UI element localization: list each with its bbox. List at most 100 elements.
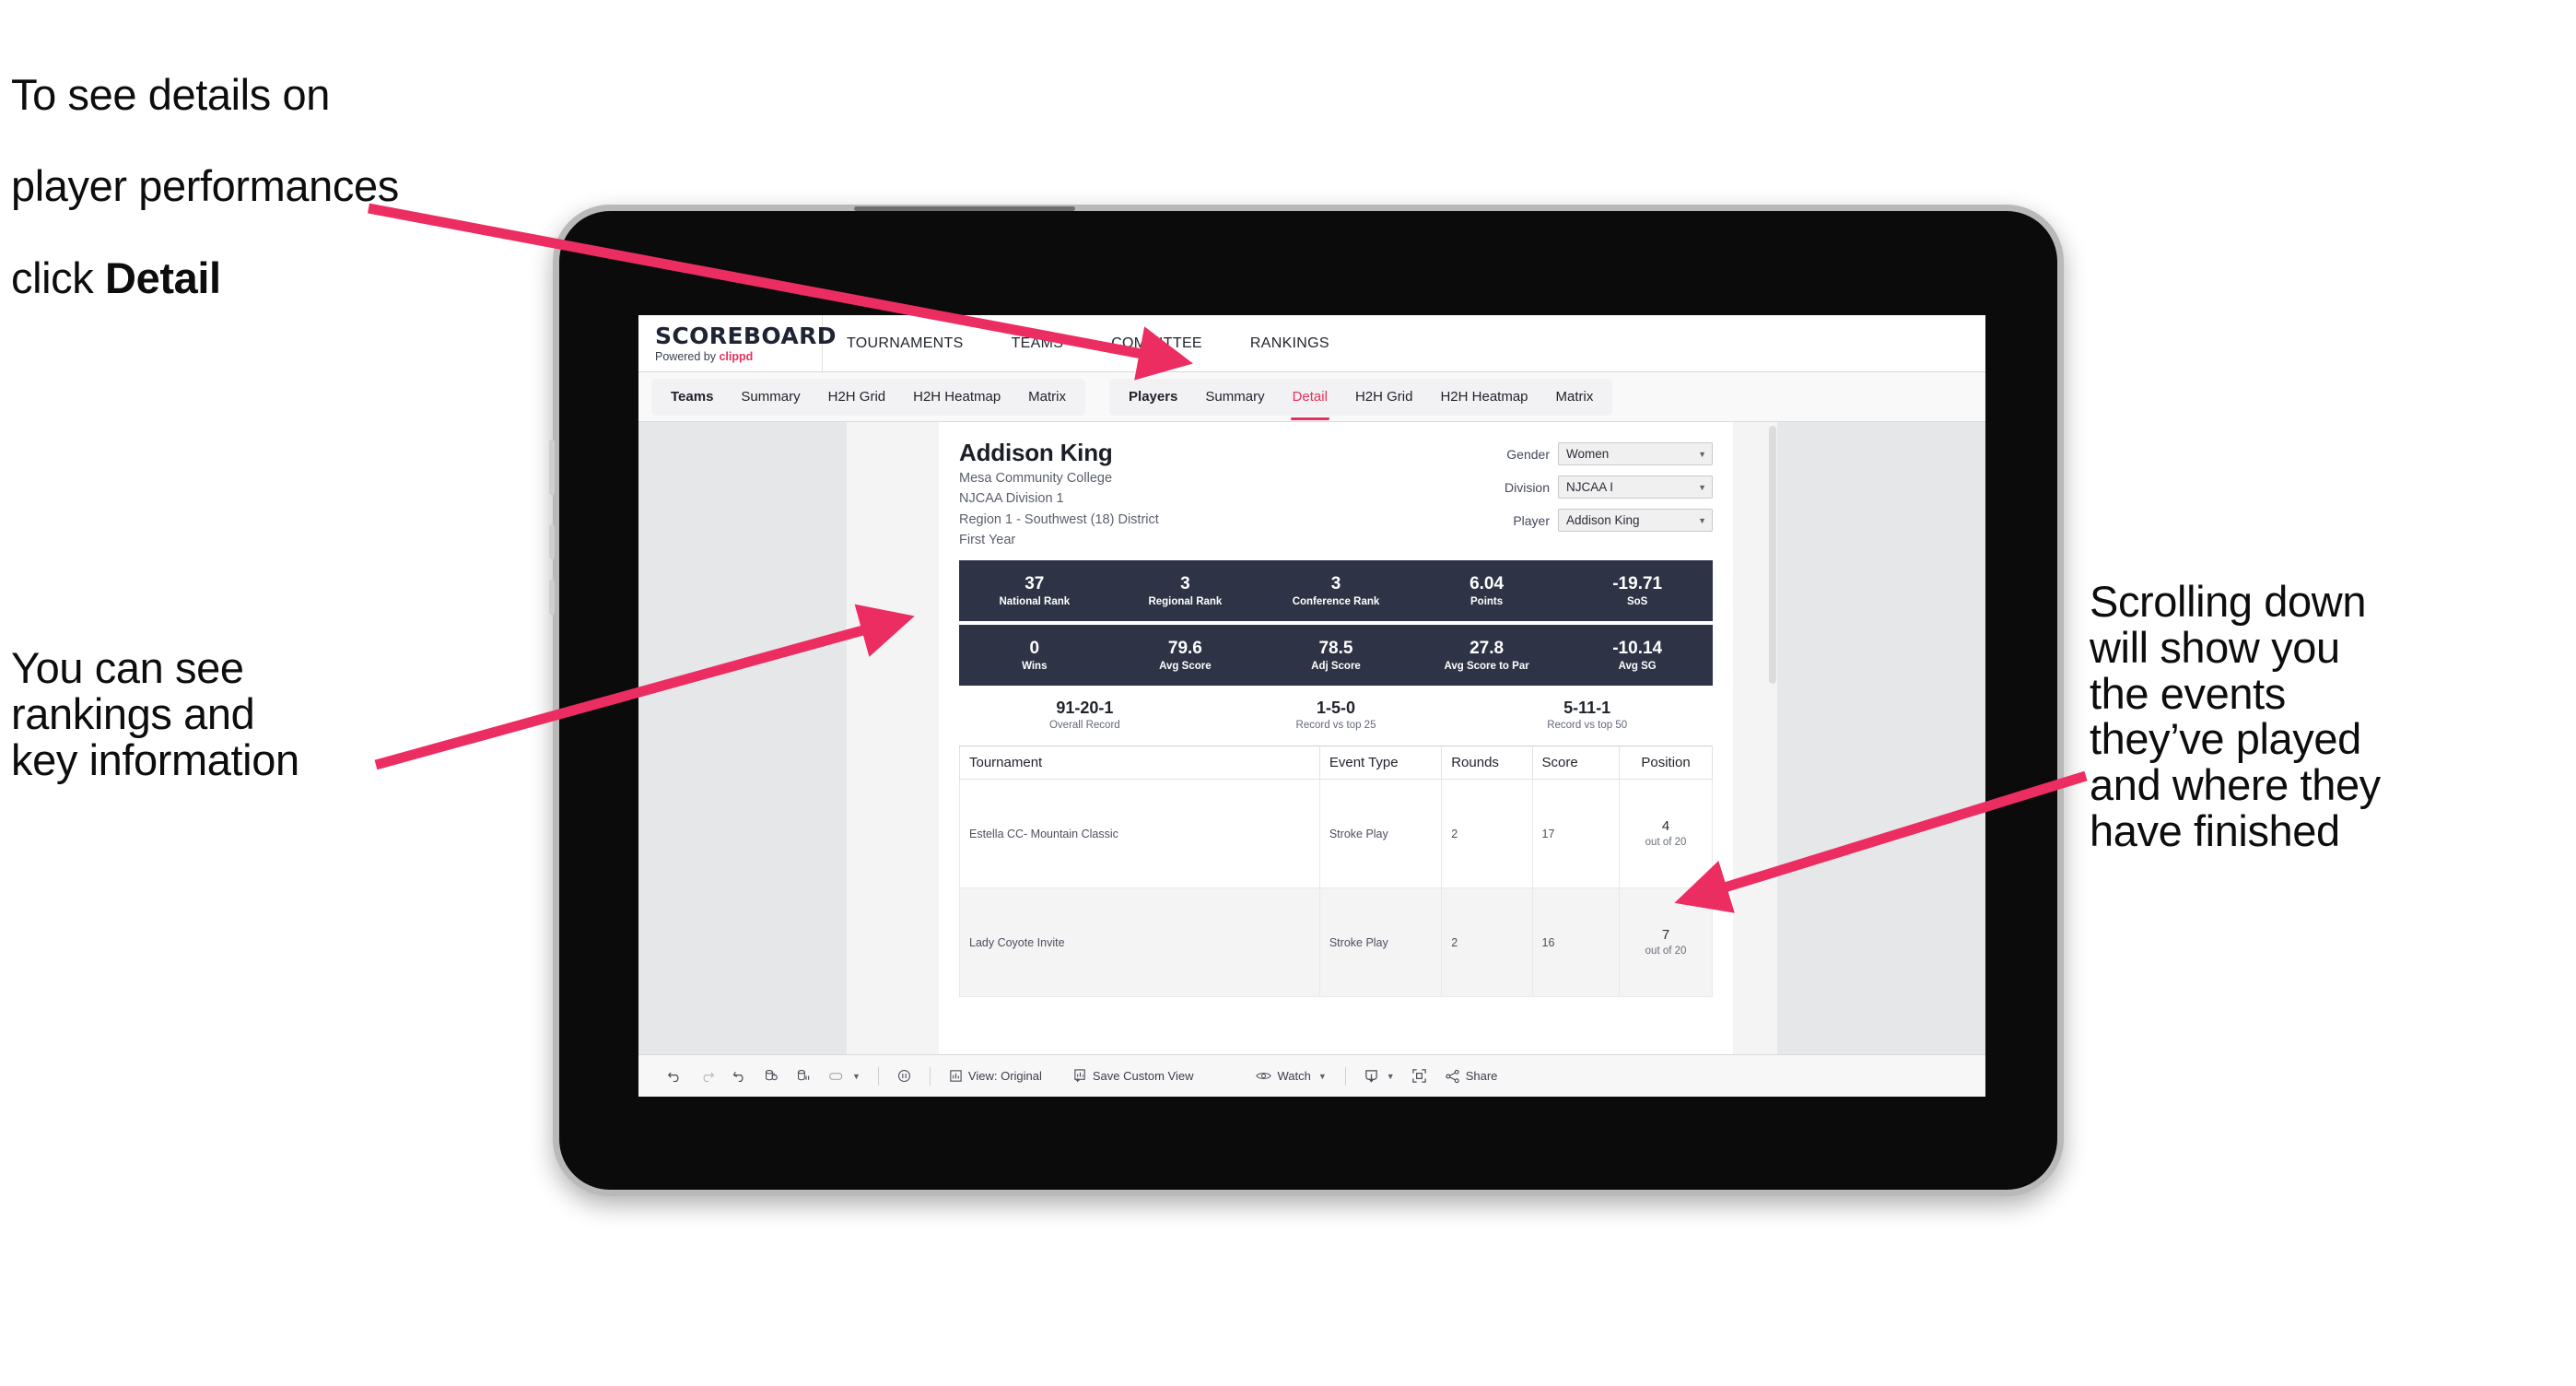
stat-label: Adj Score <box>1311 661 1361 673</box>
viz-toolbar: ▼ View: Original Save Custom View Watch … <box>638 1054 1985 1097</box>
tab-teams-h2h-heatmap[interactable]: H2H Heatmap <box>899 379 1014 416</box>
tab-players-h2h-grid[interactable]: H2H Grid <box>1341 379 1427 416</box>
filter-player-select[interactable]: Addison King ▼ <box>1558 509 1713 532</box>
position-value: 4 <box>1661 818 1670 835</box>
player-division: NJCAA Division 1 <box>959 491 1064 507</box>
record-value: 1-5-0 <box>1316 699 1356 718</box>
watch-button[interactable]: Watch ▼ <box>1247 1061 1335 1092</box>
view-original-button[interactable]: View: Original <box>940 1061 1051 1092</box>
player-identity-row: Addison King Mesa Community College NJCA… <box>959 439 1713 549</box>
tablet-speaker <box>854 206 1075 211</box>
table-row[interactable]: Lady Coyote Invite Stroke Play 2 16 7 ou… <box>959 887 1713 998</box>
stat-value: 3 <box>1180 574 1190 594</box>
filter-player-label: Player <box>1513 512 1550 528</box>
stat-value: 0 <box>1029 639 1040 659</box>
toolbar-divider <box>929 1066 931 1086</box>
cell-tournament: Estella CC- Mountain Classic <box>959 779 1320 889</box>
cell-position: 7 out of 20 <box>1619 887 1713 998</box>
tab-players-matrix[interactable]: Matrix <box>1542 379 1608 416</box>
toolbar-divider <box>877 1066 879 1086</box>
tab-group-teams: Teams Summary H2H Grid H2H Heatmap Matri… <box>651 378 1086 416</box>
column-header-position[interactable]: Position <box>1619 746 1713 781</box>
column-header-rounds[interactable]: Rounds <box>1441 746 1533 781</box>
revert-button[interactable] <box>723 1061 755 1092</box>
stat-value: -10.14 <box>1612 639 1663 659</box>
position-outof: out of 20 <box>1645 945 1687 957</box>
brand-subtitle: Powered by clippd <box>655 350 822 363</box>
tab-players[interactable]: Players <box>1115 379 1191 416</box>
chevron-down-icon: ▼ <box>1698 515 1706 525</box>
redo-button[interactable] <box>691 1061 723 1092</box>
stat-national-rank: 37 National Rank <box>959 574 1110 607</box>
nav-item-teams[interactable]: TEAMS <box>988 315 1088 371</box>
callout-detail-line3: click Detail <box>11 255 619 301</box>
share-button[interactable]: Share <box>1435 1061 1507 1092</box>
table-row[interactable]: Estella CC- Mountain Classic Stroke Play… <box>959 779 1713 889</box>
cell-tournament: Lady Coyote Invite <box>959 887 1320 998</box>
cell-score: 17 <box>1531 779 1621 889</box>
cell-position: 4 out of 20 <box>1619 779 1713 889</box>
pause-data-icon[interactable] <box>788 1061 820 1092</box>
primary-nav: TOURNAMENTS TEAMS COMMITTEE RANKINGS <box>823 315 1985 371</box>
record-label: Record vs top 50 <box>1547 720 1628 732</box>
stat-label: Avg Score to Par <box>1444 661 1529 673</box>
fullscreen-button[interactable] <box>1403 1061 1435 1092</box>
chevron-down-icon: ▼ <box>852 1071 861 1081</box>
player-school: Mesa Community College <box>959 471 1113 486</box>
record-value: 5-11-1 <box>1563 699 1611 718</box>
callout-detail: To see details on player performances cl… <box>11 26 619 347</box>
scrollbar-thumb[interactable] <box>1769 426 1776 684</box>
chevron-down-icon: ▼ <box>1698 482 1706 492</box>
nav-item-committee[interactable]: COMMITTEE <box>1087 315 1226 371</box>
filter-division-select[interactable]: NJCAA I ▼ <box>1558 476 1713 499</box>
stat-value: 78.5 <box>1318 639 1353 659</box>
brand-title: SCOREBOARD <box>655 322 837 349</box>
stat-value: 27.8 <box>1469 639 1505 659</box>
tab-teams-matrix[interactable]: Matrix <box>1014 379 1080 416</box>
record-overall: 91-20-1 Overall Record <box>959 699 1211 731</box>
column-header-event-type[interactable]: Event Type <box>1318 746 1443 781</box>
chevron-down-icon: ▼ <box>1317 1071 1327 1081</box>
vertical-scrollbar[interactable] <box>1768 422 1777 1054</box>
stat-bar-rankings: 37 National Rank 3 Regional Rank 3 Confe… <box>959 560 1713 622</box>
eye-icon <box>1256 1070 1272 1082</box>
stat-avg-score-to-par: 27.8 Avg Score to Par <box>1411 639 1563 672</box>
tab-teams[interactable]: Teams <box>657 379 727 416</box>
app-header: SCOREBOARD Powered by clippd TOURNAMENTS… <box>638 315 1985 372</box>
player-detail-card: Addison King Mesa Community College NJCA… <box>939 422 1733 1054</box>
brand-logo[interactable]: SCOREBOARD Powered by clippd <box>638 315 837 371</box>
record-label: Record vs top 25 <box>1295 720 1376 732</box>
filter-division-value: NJCAA I <box>1566 480 1614 494</box>
tab-players-detail[interactable]: Detail <box>1279 379 1341 420</box>
filter-gender-value: Women <box>1566 447 1610 461</box>
undo-button[interactable] <box>659 1061 691 1092</box>
download-button[interactable]: ▼ <box>1355 1061 1403 1092</box>
stat-wins: 0 Wins <box>959 639 1110 672</box>
column-header-score[interactable]: Score <box>1531 746 1621 781</box>
tab-teams-summary[interactable]: Summary <box>727 379 814 416</box>
stat-label: Avg Score <box>1159 661 1212 673</box>
stat-points: 6.04 Points <box>1411 574 1563 607</box>
tab-teams-h2h-grid[interactable]: H2H Grid <box>814 379 900 416</box>
pause-auto-update-icon[interactable] <box>888 1061 920 1092</box>
callout-scrolling: Scrolling down will show you the events … <box>2090 577 2381 856</box>
tablet-device: SCOREBOARD Powered by clippd TOURNAMENTS… <box>549 205 2064 1196</box>
device-preview-icon[interactable]: ▼ <box>820 1061 869 1092</box>
tab-players-h2h-heatmap[interactable]: H2H Heatmap <box>1426 379 1541 416</box>
nav-item-rankings[interactable]: RANKINGS <box>1226 315 1353 371</box>
stat-conference-rank: 3 Conference Rank <box>1260 574 1411 607</box>
nav-item-tournaments[interactable]: TOURNAMENTS <box>823 315 988 371</box>
tablet-button-b <box>549 580 555 615</box>
player-region: Region 1 - Southwest (18) District <box>959 511 1159 527</box>
tab-players-summary[interactable]: Summary <box>1191 379 1278 416</box>
save-custom-view-button[interactable]: Save Custom View <box>1064 1061 1203 1092</box>
column-header-tournament[interactable]: Tournament <box>959 746 1320 781</box>
stat-value: 6.04 <box>1469 574 1505 594</box>
view-original-label: View: Original <box>967 1069 1042 1083</box>
stat-adj-score: 78.5 Adj Score <box>1260 639 1411 672</box>
filter-gender-select[interactable]: Women ▼ <box>1558 442 1713 465</box>
tabs-bar: Teams Summary H2H Grid H2H Heatmap Matri… <box>638 372 1985 422</box>
refresh-data-icon[interactable] <box>755 1061 788 1092</box>
record-vs-top-50: 5-11-1 Record vs top 50 <box>1461 699 1713 731</box>
save-chart-icon <box>1073 1069 1087 1083</box>
